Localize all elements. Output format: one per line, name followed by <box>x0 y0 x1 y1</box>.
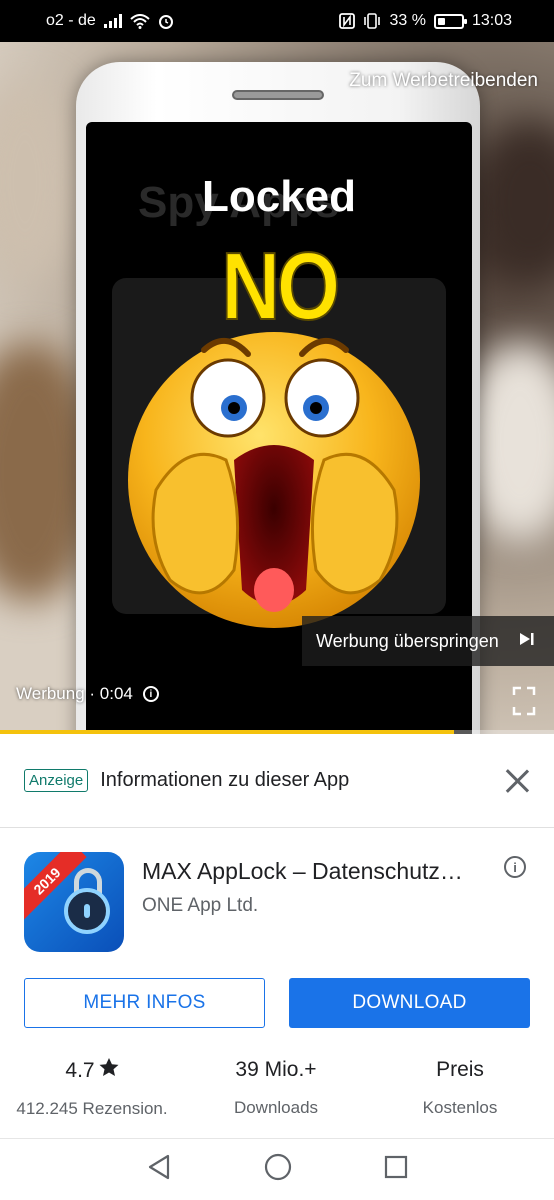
signal-icon <box>103 14 122 28</box>
advertiser-link[interactable]: Zum Werbetreibenden <box>349 70 538 92</box>
stat-rating: 4.7 412.245 Rezension. <box>0 1058 184 1119</box>
battery-icon <box>433 13 467 29</box>
fullscreen-icon[interactable] <box>512 686 536 716</box>
downloads-label: Downloads <box>233 1098 319 1117</box>
rating-count: 412.245 Rezension. <box>16 1099 168 1118</box>
video-ad[interactable]: Spy Apps Locked NO Zum Werbetreibenden W… <box>0 42 554 734</box>
app-icon[interactable]: 2019 <box>24 852 124 952</box>
rating-value-row: 4.7 <box>0 1058 184 1083</box>
ad-info-title: Informationen zu dieser App <box>100 769 350 791</box>
download-button[interactable]: DOWNLOAD <box>289 978 530 1028</box>
info-icon[interactable]: i <box>142 686 159 702</box>
battery-percent: 33 % <box>389 12 426 29</box>
lock-icon <box>64 888 110 934</box>
status-right: 33 % 13:03 <box>339 12 512 30</box>
stat-price: Preis Kostenlos <box>368 1058 552 1119</box>
battery-fill <box>437 17 446 25</box>
price-value: Kostenlos <box>422 1098 498 1117</box>
vibrate-icon <box>363 13 381 29</box>
app-developer: ONE App Ltd. <box>142 895 259 916</box>
rating-value: 4.7 <box>65 1058 95 1082</box>
more-info-button[interactable]: MEHR INFOS <box>24 978 265 1028</box>
close-icon[interactable] <box>504 768 530 794</box>
home-icon[interactable] <box>264 1153 292 1186</box>
carrier-label: o2 - de <box>46 12 96 29</box>
wifi-icon <box>130 13 150 29</box>
stat-downloads: 39 Mio.+ Downloads <box>184 1058 368 1119</box>
ad-badge: Anzeige <box>24 769 89 792</box>
back-icon[interactable] <box>146 1154 172 1185</box>
skip-icon <box>519 632 535 651</box>
star-icon <box>99 1058 119 1083</box>
app-row[interactable]: 2019 MAX AppLock – Datenschutz… ONE App … <box>24 852 530 952</box>
navigation-bar <box>0 1138 554 1200</box>
ad-timer-label: Werbung · 0:04 <box>16 684 133 703</box>
status-bar: o2 - de 33 % 13:03 <box>0 0 554 42</box>
skip-ad-button[interactable]: Werbung überspringen <box>302 616 554 666</box>
app-name[interactable]: MAX AppLock – Datenschutz… <box>142 858 530 885</box>
recents-icon[interactable] <box>384 1155 408 1184</box>
phone-speaker <box>232 90 324 100</box>
alarm-icon <box>158 13 174 29</box>
locked-text: Locked <box>201 172 357 221</box>
info-icon[interactable]: i <box>504 856 526 878</box>
app-stats: 4.7 412.245 Rezension. 39 Mio.+ Download… <box>0 1058 554 1119</box>
skip-ad-label: Werbung überspringen <box>316 630 499 651</box>
app-text: MAX AppLock – Datenschutz… ONE App Ltd. <box>142 852 530 952</box>
downloads-value: 39 Mio.+ <box>235 1058 317 1081</box>
price-label: Preis <box>436 1058 484 1081</box>
nfc-icon <box>339 13 356 29</box>
shouting-emoji <box>128 332 420 628</box>
status-left: o2 - de <box>46 12 174 30</box>
ad-timer: Werbung · 0:04 i <box>16 684 159 704</box>
clock: 13:03 <box>471 12 512 29</box>
ad-info-header: Anzeige Informationen zu dieser App <box>0 734 554 828</box>
